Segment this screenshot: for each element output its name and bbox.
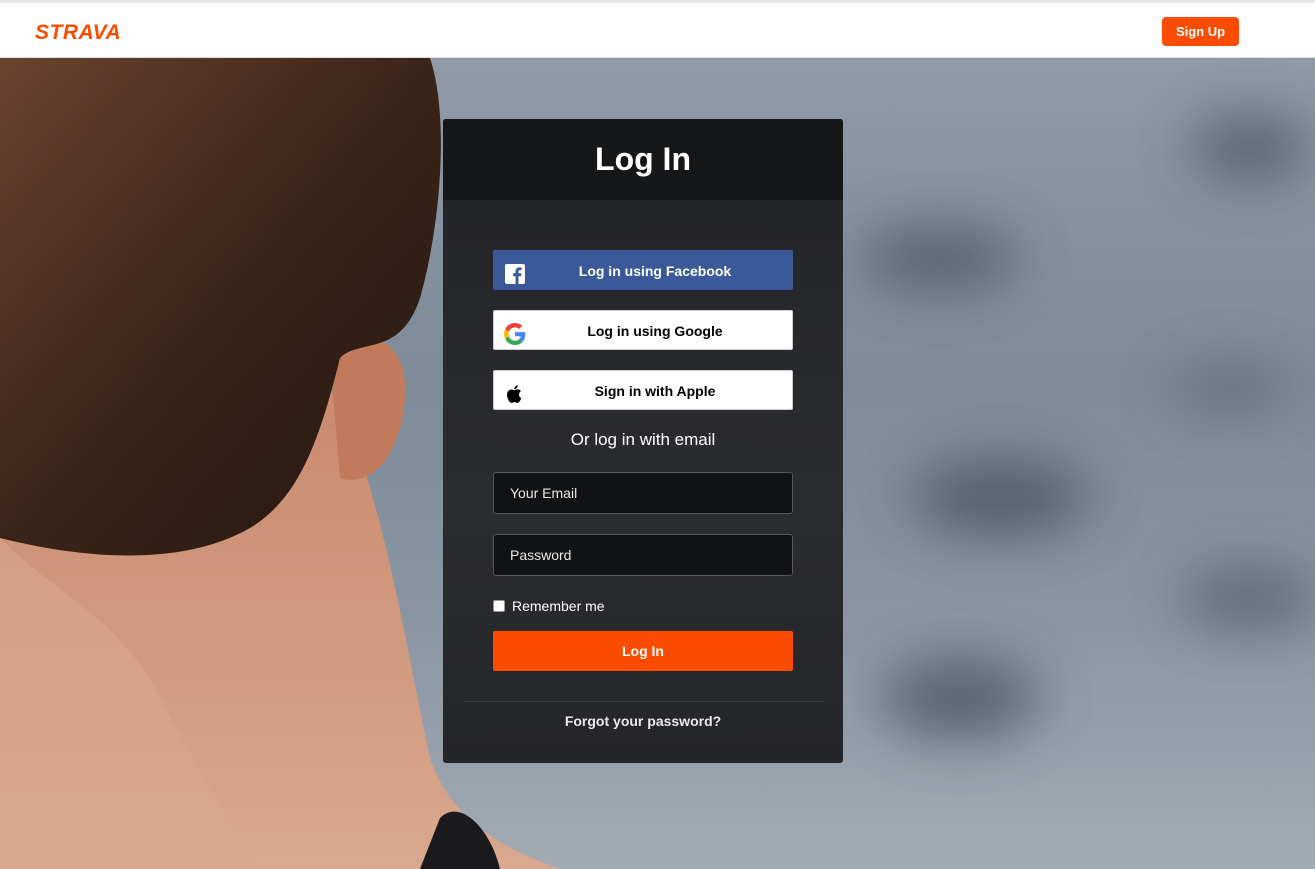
top-nav: STRAVA Sign Up <box>0 0 1315 58</box>
log-in-button[interactable]: Log In <box>493 631 793 671</box>
login-card: Log In Log in using Facebook Log in usin… <box>443 119 843 763</box>
email-divider-text: Or log in with email <box>570 430 716 449</box>
google-login-label: Log in using Google <box>587 323 723 339</box>
svg-text:STRAVA: STRAVA <box>35 21 121 44</box>
login-card-header: Log In <box>443 119 843 200</box>
remember-me-row: Remember me <box>493 596 605 616</box>
google-login-button[interactable]: Log in using Google <box>493 310 793 350</box>
password-field[interactable] <box>493 534 793 576</box>
facebook-login-label: Log in using Facebook <box>578 263 732 279</box>
divider <box>463 701 823 702</box>
facebook-login-button[interactable]: Log in using Facebook <box>493 250 793 290</box>
sign-up-button[interactable]: Sign Up <box>1162 17 1239 46</box>
strava-logo[interactable]: STRAVA <box>35 20 131 44</box>
email-field[interactable] <box>493 472 793 514</box>
apple-login-button[interactable]: Sign in with Apple <box>493 370 793 410</box>
forgot-password-link[interactable]: Forgot your password? <box>443 711 843 731</box>
apple-login-label: Sign in with Apple <box>594 383 716 399</box>
page-title: Log In <box>595 141 691 177</box>
remember-me-label[interactable]: Remember me <box>512 598 605 614</box>
remember-me-checkbox[interactable] <box>493 600 505 612</box>
